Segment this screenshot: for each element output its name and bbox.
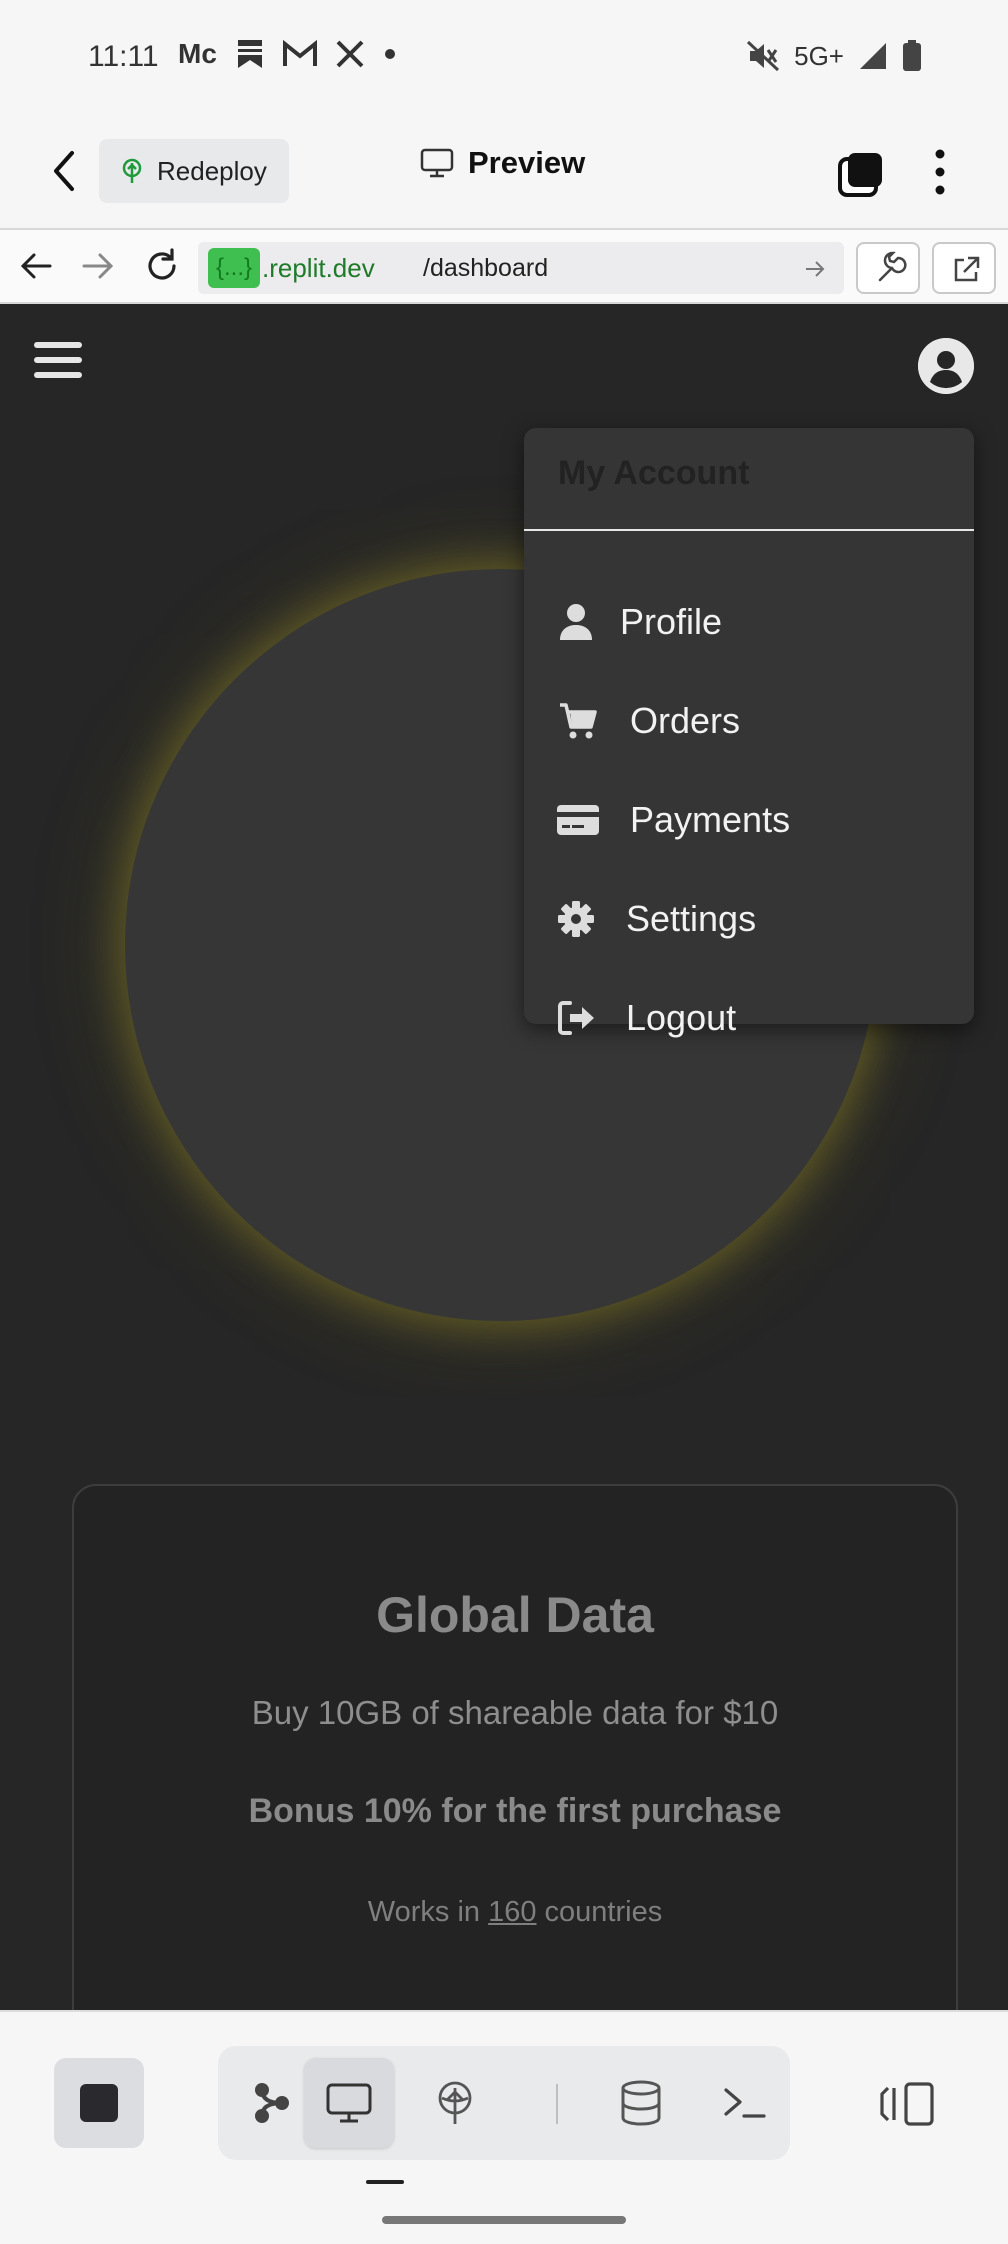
tab-separator bbox=[556, 2084, 558, 2124]
back-chevron-icon[interactable] bbox=[44, 145, 84, 197]
redeploy-label: Redeploy bbox=[157, 155, 267, 186]
stop-icon bbox=[80, 2084, 118, 2122]
split-pane-icon[interactable] bbox=[880, 2078, 936, 2130]
browser-back-icon[interactable] bbox=[16, 246, 56, 286]
bottom-toolbar bbox=[0, 2010, 1008, 2244]
battery-icon bbox=[903, 40, 921, 71]
gmail-icon bbox=[282, 40, 317, 66]
deploy-icon bbox=[122, 158, 142, 183]
stop-button[interactable] bbox=[54, 2058, 144, 2148]
browser-forward-icon[interactable] bbox=[78, 246, 118, 286]
network-label: 5G+ bbox=[794, 40, 844, 71]
status-bar: 11:11 Mc 5G+ bbox=[0, 0, 1008, 115]
preview-title[interactable]: Preview bbox=[420, 145, 585, 181]
mc-icon: Mc bbox=[178, 38, 217, 69]
notification-icons: Mc bbox=[178, 38, 397, 70]
monitor-icon bbox=[420, 148, 454, 178]
dot-icon bbox=[384, 49, 395, 59]
tab-database[interactable] bbox=[596, 2058, 686, 2148]
workspace-tabs bbox=[218, 2046, 790, 2160]
more-options-icon[interactable] bbox=[930, 147, 950, 197]
status-right-icons: 5G+ bbox=[746, 40, 922, 72]
status-time: 11:11 bbox=[88, 40, 159, 73]
gear-icon bbox=[558, 901, 594, 937]
credit-card-icon bbox=[557, 805, 599, 835]
menu-item-label: Payments bbox=[630, 799, 791, 840]
card-countries: Works in 160 countries bbox=[74, 1896, 956, 1929]
logout-icon bbox=[558, 1001, 594, 1035]
preview-label: Preview bbox=[468, 145, 586, 180]
home-gesture-bar[interactable] bbox=[382, 2216, 626, 2224]
product-card[interactable]: Global Data Buy 10GB of shareable data f… bbox=[72, 1484, 958, 2010]
account-avatar-icon[interactable] bbox=[918, 338, 974, 394]
card-title: Global Data bbox=[376, 1587, 654, 1643]
app-top-bar: Redeploy Preview bbox=[0, 115, 1008, 227]
account-dropdown: My Account Profile Orders Payments Setti… bbox=[524, 428, 974, 1038]
tab-preview[interactable] bbox=[304, 2058, 394, 2148]
menu-item-settings[interactable]: Settings bbox=[524, 879, 974, 959]
menu-item-label: Profile bbox=[620, 601, 723, 642]
tab-shell[interactable] bbox=[700, 2058, 790, 2148]
url-domain: .replit.dev bbox=[262, 253, 375, 283]
menu-item-orders[interactable]: Orders bbox=[524, 681, 974, 761]
dropdown-header: My Account bbox=[558, 454, 750, 492]
menu-item-profile[interactable]: Profile bbox=[524, 582, 974, 662]
card-bonus: Bonus 10% for the first purchase bbox=[248, 1792, 782, 1830]
menu-item-payments[interactable]: Payments bbox=[524, 780, 974, 860]
url-badge: {...} bbox=[208, 248, 260, 288]
external-link-icon bbox=[954, 256, 980, 282]
url-field[interactable]: {...} .replit.dev /dashboard bbox=[198, 242, 844, 294]
menu-item-label: Logout bbox=[626, 997, 737, 1038]
git-icon bbox=[255, 2083, 289, 2123]
deploy-icon bbox=[438, 2081, 472, 2124]
cart-icon bbox=[560, 703, 597, 739]
app-viewport: Global Data Buy 10GB of shareable data f… bbox=[0, 304, 1008, 2010]
go-arrow-icon[interactable] bbox=[804, 258, 826, 280]
works-suffix: countries bbox=[536, 1896, 663, 1928]
preview-monitor-icon bbox=[326, 2083, 372, 2123]
tab-git[interactable] bbox=[226, 2058, 316, 2148]
redeploy-button[interactable]: Redeploy bbox=[99, 139, 289, 203]
browser-url-row: {...} .replit.dev /dashboard bbox=[0, 228, 1008, 304]
signal-icon bbox=[860, 43, 886, 69]
x-icon bbox=[336, 40, 364, 68]
countries-count-link[interactable]: 160 bbox=[488, 1896, 536, 1928]
hamburger-menu-icon[interactable] bbox=[34, 342, 82, 384]
devtools-button[interactable] bbox=[856, 242, 920, 294]
menu-item-logout[interactable]: Logout bbox=[524, 978, 974, 1058]
bookmark-icon bbox=[237, 40, 262, 68]
card-subtitle: Buy 10GB of shareable data for $10 bbox=[251, 1694, 779, 1731]
tabs-switcher-icon[interactable] bbox=[838, 151, 884, 197]
user-icon bbox=[560, 604, 592, 640]
active-tab-indicator bbox=[366, 2180, 404, 2184]
menu-item-label: Settings bbox=[626, 898, 757, 939]
wrench-icon bbox=[878, 251, 907, 282]
mute-icon bbox=[747, 40, 780, 72]
url-path: /dashboard bbox=[423, 254, 549, 282]
menu-item-label: Orders bbox=[630, 700, 741, 741]
works-prefix: Works in bbox=[367, 1896, 489, 1928]
tab-deployments[interactable] bbox=[410, 2058, 500, 2148]
shell-icon bbox=[724, 2088, 766, 2118]
open-new-tab-button[interactable] bbox=[932, 242, 996, 294]
dropdown-divider bbox=[524, 529, 974, 531]
reload-icon[interactable] bbox=[142, 246, 182, 286]
database-icon bbox=[621, 2080, 661, 2126]
